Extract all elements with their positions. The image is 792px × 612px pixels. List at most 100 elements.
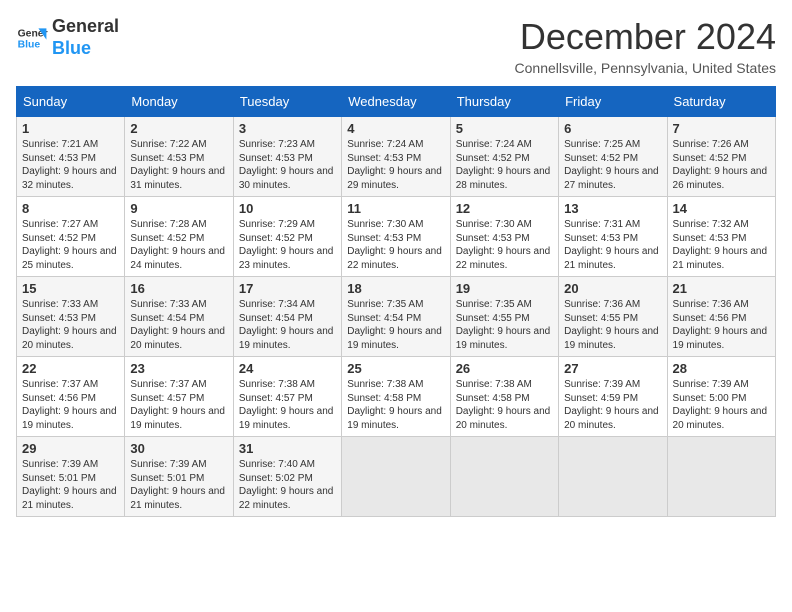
- calendar-cell: 19Sunrise: 7:35 AMSunset: 4:55 PMDayligh…: [450, 277, 558, 357]
- calendar-cell: 31 Sunrise: 7:40 AMSunset: 5:02 PMDayligh…: [233, 437, 341, 517]
- calendar-cell: [450, 437, 558, 517]
- logo-line1: General: [52, 16, 119, 38]
- calendar-cell: 13 Sunrise: 7:31 AMSunset: 4:53 PMDayligh…: [559, 197, 667, 277]
- cell-info: Sunrise: 7:32 AMSunset: 4:53 PMDaylight:…: [673, 218, 770, 272]
- day-number: 16: [130, 281, 227, 296]
- calendar-cell: 26Sunrise: 7:38 AMSunset: 4:58 PMDayligh…: [450, 357, 558, 437]
- week-row-2: 8 Sunrise: 7:27 AMSunset: 4:52 PMDaylight…: [17, 197, 776, 277]
- cell-info: Sunrise: 7:30 AMSunset: 4:53 PMDaylight:…: [347, 218, 444, 272]
- calendar-cell: 18Sunrise: 7:35 AMSunset: 4:54 PMDayligh…: [342, 277, 450, 357]
- calendar-cell: 2 Sunrise: 7:22 AMSunset: 4:53 PMDaylight…: [125, 117, 233, 197]
- week-row-3: 15 Sunrise: 7:33 AMSunset: 4:53 PMDayligh…: [17, 277, 776, 357]
- day-number: 6: [564, 121, 661, 136]
- day-number: 10: [239, 201, 336, 216]
- calendar-cell: 28Sunrise: 7:39 AMSunset: 5:00 PMDayligh…: [667, 357, 775, 437]
- calendar-cell: 20 Sunrise: 7:36 AMSunset: 4:55 PMDayligh…: [559, 277, 667, 357]
- day-number: 13: [564, 201, 661, 216]
- day-number: 2: [130, 121, 227, 136]
- day-number: 8: [22, 201, 119, 216]
- cell-info: Sunrise: 7:40 AMSunset: 5:02 PMDaylight:…: [239, 458, 336, 512]
- calendar-cell: 27 Sunrise: 7:39 AMSunset: 4:59 PMDayligh…: [559, 357, 667, 437]
- day-number: 25: [347, 361, 444, 376]
- logo-line2: Blue: [52, 38, 119, 60]
- cell-info: Sunrise: 7:29 AMSunset: 4:52 PMDaylight:…: [239, 218, 336, 272]
- cell-info: Sunrise: 7:38 AMSunset: 4:58 PMDaylight:…: [456, 378, 553, 432]
- calendar-cell: 5 Sunrise: 7:24 AMSunset: 4:52 PMDaylight…: [450, 117, 558, 197]
- day-number: 27: [564, 361, 661, 376]
- weekday-header-row: SundayMondayTuesdayWednesdayThursdayFrid…: [17, 87, 776, 117]
- day-number: 30: [130, 441, 227, 456]
- day-number: 3: [239, 121, 336, 136]
- week-row-5: 29 Sunrise: 7:39 AMSunset: 5:01 PMDayligh…: [17, 437, 776, 517]
- cell-info: Sunrise: 7:37 AMSunset: 4:56 PMDaylight:…: [22, 378, 119, 432]
- day-number: 18: [347, 281, 444, 296]
- day-number: 29: [22, 441, 119, 456]
- day-number: 22: [22, 361, 119, 376]
- calendar-cell: [559, 437, 667, 517]
- cell-info: Sunrise: 7:36 AMSunset: 4:56 PMDaylight:…: [673, 298, 770, 352]
- cell-info: Sunrise: 7:27 AMSunset: 4:52 PMDaylight:…: [22, 218, 119, 272]
- calendar-table: SundayMondayTuesdayWednesdayThursdayFrid…: [16, 86, 776, 517]
- cell-info: Sunrise: 7:23 AMSunset: 4:53 PMDaylight:…: [239, 138, 336, 192]
- calendar-cell: 23 Sunrise: 7:37 AMSunset: 4:57 PMDayligh…: [125, 357, 233, 437]
- day-number: 12: [456, 201, 553, 216]
- calendar-cell: 22 Sunrise: 7:37 AMSunset: 4:56 PMDayligh…: [17, 357, 125, 437]
- calendar-cell: 1 Sunrise: 7:21 AMSunset: 4:53 PMDaylight…: [17, 117, 125, 197]
- title-section: December 2024 Connellsville, Pennsylvani…: [515, 16, 776, 76]
- cell-info: Sunrise: 7:31 AMSunset: 4:53 PMDaylight:…: [564, 218, 661, 272]
- cell-info: Sunrise: 7:39 AMSunset: 5:01 PMDaylight:…: [130, 458, 227, 512]
- calendar-cell: [667, 437, 775, 517]
- header: General Blue General Blue December 2024 …: [16, 16, 776, 76]
- weekday-header-saturday: Saturday: [667, 87, 775, 117]
- svg-text:Blue: Blue: [18, 39, 41, 50]
- day-number: 20: [564, 281, 661, 296]
- cell-info: Sunrise: 7:38 AMSunset: 4:58 PMDaylight:…: [347, 378, 444, 432]
- calendar-cell: 7Sunrise: 7:26 AMSunset: 4:52 PMDaylight…: [667, 117, 775, 197]
- calendar-cell: 15 Sunrise: 7:33 AMSunset: 4:53 PMDayligh…: [17, 277, 125, 357]
- calendar-cell: 14 Sunrise: 7:32 AMSunset: 4:53 PMDayligh…: [667, 197, 775, 277]
- calendar-cell: 25 Sunrise: 7:38 AMSunset: 4:58 PMDayligh…: [342, 357, 450, 437]
- day-number: 15: [22, 281, 119, 296]
- cell-info: Sunrise: 7:39 AMSunset: 4:59 PMDaylight:…: [564, 378, 661, 432]
- day-number: 14: [673, 201, 770, 216]
- day-number: 7: [673, 121, 770, 136]
- calendar-cell: 12 Sunrise: 7:30 AMSunset: 4:53 PMDayligh…: [450, 197, 558, 277]
- cell-info: Sunrise: 7:33 AMSunset: 4:54 PMDaylight:…: [130, 298, 227, 352]
- calendar-cell: 17Sunrise: 7:34 AMSunset: 4:54 PMDayligh…: [233, 277, 341, 357]
- cell-info: Sunrise: 7:36 AMSunset: 4:55 PMDaylight:…: [564, 298, 661, 352]
- cell-info: Sunrise: 7:21 AMSunset: 4:53 PMDaylight:…: [22, 138, 119, 192]
- weekday-header-tuesday: Tuesday: [233, 87, 341, 117]
- day-number: 9: [130, 201, 227, 216]
- location: Connellsville, Pennsylvania, United Stat…: [515, 60, 776, 76]
- cell-info: Sunrise: 7:37 AMSunset: 4:57 PMDaylight:…: [130, 378, 227, 432]
- calendar-cell: [342, 437, 450, 517]
- week-row-4: 22 Sunrise: 7:37 AMSunset: 4:56 PMDayligh…: [17, 357, 776, 437]
- cell-info: Sunrise: 7:24 AMSunset: 4:52 PMDaylight:…: [456, 138, 553, 192]
- calendar-cell: 4Sunrise: 7:24 AMSunset: 4:53 PMDaylight…: [342, 117, 450, 197]
- calendar-cell: 11 Sunrise: 7:30 AMSunset: 4:53 PMDayligh…: [342, 197, 450, 277]
- cell-info: Sunrise: 7:33 AMSunset: 4:53 PMDaylight:…: [22, 298, 119, 352]
- day-number: 1: [22, 121, 119, 136]
- logo: General Blue General Blue: [16, 16, 119, 59]
- cell-info: Sunrise: 7:30 AMSunset: 4:53 PMDaylight:…: [456, 218, 553, 272]
- cell-info: Sunrise: 7:24 AMSunset: 4:53 PMDaylight:…: [347, 138, 444, 192]
- cell-info: Sunrise: 7:22 AMSunset: 4:53 PMDaylight:…: [130, 138, 227, 192]
- calendar-cell: 6Sunrise: 7:25 AMSunset: 4:52 PMDaylight…: [559, 117, 667, 197]
- calendar-cell: 8 Sunrise: 7:27 AMSunset: 4:52 PMDaylight…: [17, 197, 125, 277]
- day-number: 31: [239, 441, 336, 456]
- day-number: 11: [347, 201, 444, 216]
- day-number: 17: [239, 281, 336, 296]
- day-number: 21: [673, 281, 770, 296]
- day-number: 5: [456, 121, 553, 136]
- week-row-1: 1 Sunrise: 7:21 AMSunset: 4:53 PMDaylight…: [17, 117, 776, 197]
- weekday-header-monday: Monday: [125, 87, 233, 117]
- weekday-header-thursday: Thursday: [450, 87, 558, 117]
- month-title: December 2024: [515, 16, 776, 58]
- calendar-cell: 30 Sunrise: 7:39 AMSunset: 5:01 PMDayligh…: [125, 437, 233, 517]
- day-number: 23: [130, 361, 227, 376]
- logo-icon: General Blue: [16, 22, 48, 54]
- day-number: 19: [456, 281, 553, 296]
- calendar-cell: 10 Sunrise: 7:29 AMSunset: 4:52 PMDayligh…: [233, 197, 341, 277]
- weekday-header-wednesday: Wednesday: [342, 87, 450, 117]
- weekday-header-sunday: Sunday: [17, 87, 125, 117]
